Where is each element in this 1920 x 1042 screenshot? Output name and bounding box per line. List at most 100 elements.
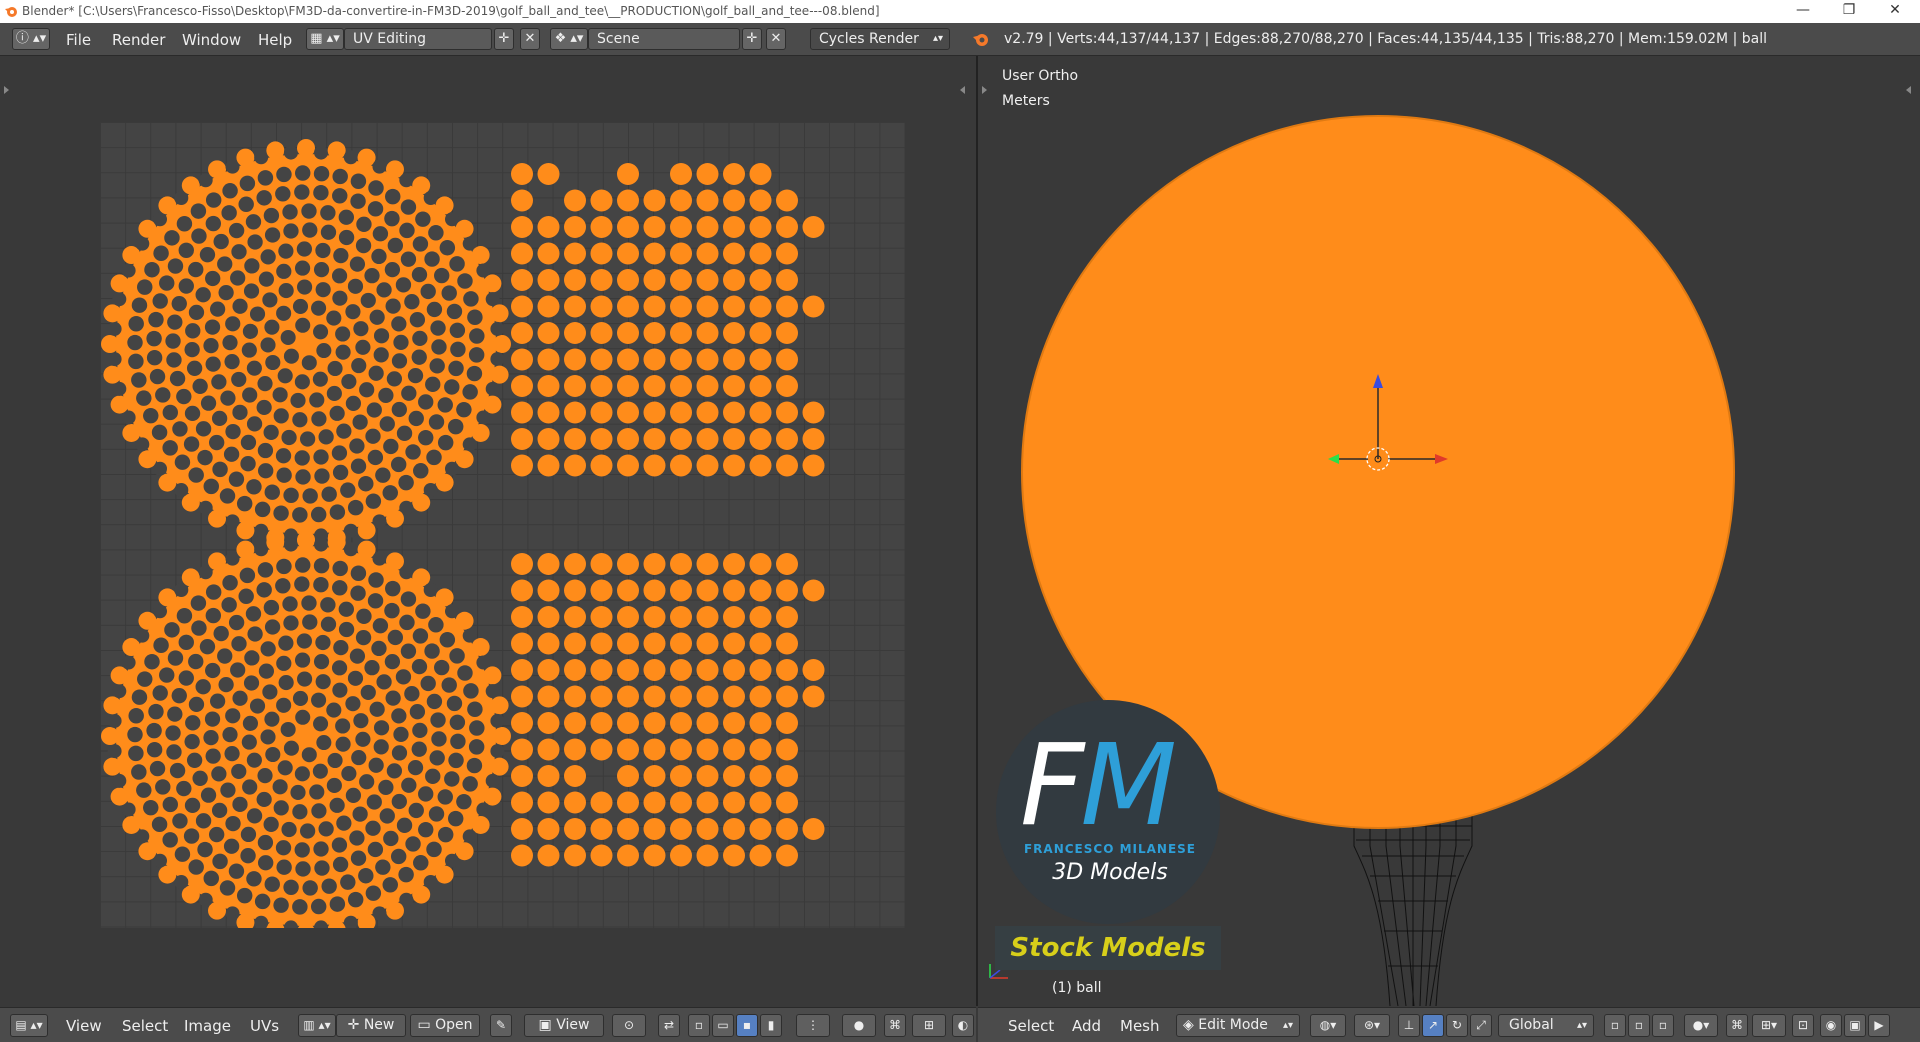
screen-layout-selector[interactable]: ▦ ▴▾ — [306, 28, 344, 50]
snap-element-select[interactable]: ⊞▾ — [1752, 1014, 1786, 1037]
uv-menu-image[interactable]: Image — [184, 1017, 231, 1035]
uv-island-dot — [802, 818, 825, 840]
uv-island-dot — [696, 606, 719, 628]
uv-island-dot — [723, 765, 745, 787]
delete-layout-button[interactable]: ✕ — [520, 28, 540, 50]
uv-island-dot — [511, 269, 533, 291]
uv-island-dot — [696, 818, 719, 840]
menu-window[interactable]: Window — [182, 31, 241, 49]
open-image-button[interactable]: ▭ Open — [410, 1014, 480, 1037]
snap-target-icon[interactable]: ⊞ — [912, 1014, 946, 1037]
scale-manipulator-icon[interactable]: ⤢ — [1470, 1014, 1492, 1037]
pivot-point-select[interactable]: ⊛▾ — [1354, 1014, 1390, 1037]
manipulator-toggle-icon[interactable]: ⊥ — [1398, 1014, 1420, 1037]
uv-island-dot — [776, 322, 798, 344]
screen-layout-name[interactable]: UV Editing — [344, 28, 492, 50]
uv-island-dot — [802, 295, 825, 318]
uv-island-dot — [643, 216, 666, 238]
uv-island-dot — [511, 738, 533, 761]
uv-island-dot — [749, 454, 772, 477]
edge-select-icon[interactable]: ▭ — [712, 1014, 734, 1037]
uv-menu-view[interactable]: View — [66, 1017, 102, 1035]
new-image-button[interactable]: ✛ New — [336, 1014, 406, 1037]
layer-icon[interactable]: ▫ — [1652, 1014, 1674, 1037]
uv-island-dot — [617, 163, 639, 185]
uv-island-dot — [643, 322, 666, 344]
uv-island-dot — [749, 322, 772, 344]
add-scene-button[interactable]: ✛ — [742, 28, 762, 50]
snap-target-icon[interactable]: ⊡ — [1792, 1014, 1814, 1037]
uv-island-dot — [776, 348, 798, 371]
minimize-button[interactable]: — — [1780, 0, 1826, 23]
uv-island-dot — [643, 685, 666, 708]
uv-menu-select[interactable]: Select — [122, 1017, 168, 1035]
vertex-select-icon[interactable]: ▫ — [688, 1014, 710, 1037]
snap-icon[interactable]: ⌘ — [884, 1014, 906, 1037]
watermark-f: F — [1020, 721, 1084, 851]
uv-island-dot — [723, 428, 745, 450]
island-select-icon[interactable]: ▮ — [760, 1014, 782, 1037]
uv-island-dot — [643, 454, 666, 477]
uv-island-dot — [643, 375, 666, 397]
watermark-stock: Stock Models — [995, 926, 1221, 970]
editor-type-button[interactable]: ▤ ▴▾ — [10, 1014, 48, 1037]
uv-island-dot — [670, 685, 692, 708]
overlay-icon[interactable]: ◐ — [952, 1014, 974, 1037]
orientation-label: Global — [1509, 1017, 1554, 1033]
menu-file[interactable]: File — [66, 31, 91, 49]
info-editor-type-button[interactable]: ⓘ ▴▾ — [12, 28, 50, 50]
uv-island-dot — [776, 685, 798, 708]
layer-icon[interactable]: ▫ — [1628, 1014, 1650, 1037]
vp-menu-add[interactable]: Add — [1072, 1017, 1101, 1035]
proportional-edit-icon[interactable]: ● — [842, 1014, 876, 1037]
uv-island-dot — [537, 322, 560, 344]
translate-manipulator-icon[interactable]: ↗ — [1422, 1014, 1444, 1037]
uv-islands[interactable] — [100, 122, 905, 928]
pin-icon[interactable]: ✎ — [490, 1014, 512, 1037]
scene-name[interactable]: Scene — [588, 28, 740, 50]
window-titlebar: Blender* [C:\Users\Francesco-Fisso\Deskt… — [0, 0, 1920, 23]
proportional-edit-icon[interactable]: ●▾ — [1684, 1014, 1718, 1037]
rotate-manipulator-icon[interactable]: ↻ — [1446, 1014, 1468, 1037]
sync-selection-icon[interactable]: ⇄ — [658, 1014, 680, 1037]
transform-orientation-select[interactable]: Global ▴▾ — [1498, 1014, 1594, 1037]
uv-island-dot — [590, 322, 613, 344]
view-mode-select[interactable]: ▣ View — [524, 1014, 604, 1037]
vp-menu-mesh[interactable]: Mesh — [1120, 1017, 1160, 1035]
properties-expand-icon[interactable] — [960, 86, 965, 94]
uv-grid-canvas[interactable] — [100, 122, 905, 928]
uv-island-dot — [776, 295, 798, 318]
toolshelf-expand-icon[interactable] — [4, 86, 9, 94]
close-button[interactable]: ✕ — [1872, 0, 1918, 23]
pivot-select[interactable]: ⊙ — [612, 1014, 646, 1037]
render-animation-icon[interactable]: ▶ — [1868, 1014, 1890, 1037]
viewport-shading-select[interactable]: ◍▾ — [1310, 1014, 1346, 1037]
menu-help[interactable]: Help — [258, 31, 292, 49]
uv-island-dot — [511, 428, 533, 450]
uv-island-dot — [511, 818, 533, 840]
delete-scene-button[interactable]: ✕ — [766, 28, 786, 50]
uv-island-dot — [776, 269, 798, 291]
uv-island-dot — [590, 553, 613, 575]
uv-island-dot — [696, 163, 719, 185]
layer-icon[interactable]: ▫ — [1604, 1014, 1626, 1037]
uv-island-dot — [749, 579, 772, 602]
scene-selector[interactable]: ❖ ▴▾ — [550, 28, 588, 50]
face-select-icon[interactable]: ▪ — [736, 1014, 758, 1037]
uv-menu-uvs[interactable]: UVs — [250, 1017, 279, 1035]
vp-menu-select[interactable]: Select — [1008, 1017, 1054, 1035]
render-engine-select[interactable]: Cycles Render ▴▾ — [810, 28, 950, 50]
render-icon[interactable]: ◉ — [1820, 1014, 1842, 1037]
add-layout-button[interactable]: ✛ — [494, 28, 514, 50]
sticky-mode-select[interactable]: ⋮ — [796, 1014, 830, 1037]
menu-render[interactable]: Render — [112, 31, 165, 49]
restore-button[interactable]: ❐ — [1826, 0, 1872, 23]
uv-island-dot — [590, 401, 613, 424]
uv-island-dot — [590, 269, 613, 291]
uv-island-dot — [511, 712, 533, 734]
mode-select[interactable]: ◈ Edit Mode ▴▾ — [1176, 1014, 1300, 1037]
image-browse-button[interactable]: ▥ ▴▾ — [298, 1014, 336, 1037]
snap-icon[interactable]: ⌘ — [1726, 1014, 1748, 1037]
uv-island-dot — [670, 322, 692, 344]
opengl-render-icon[interactable]: ▣ — [1844, 1014, 1866, 1037]
